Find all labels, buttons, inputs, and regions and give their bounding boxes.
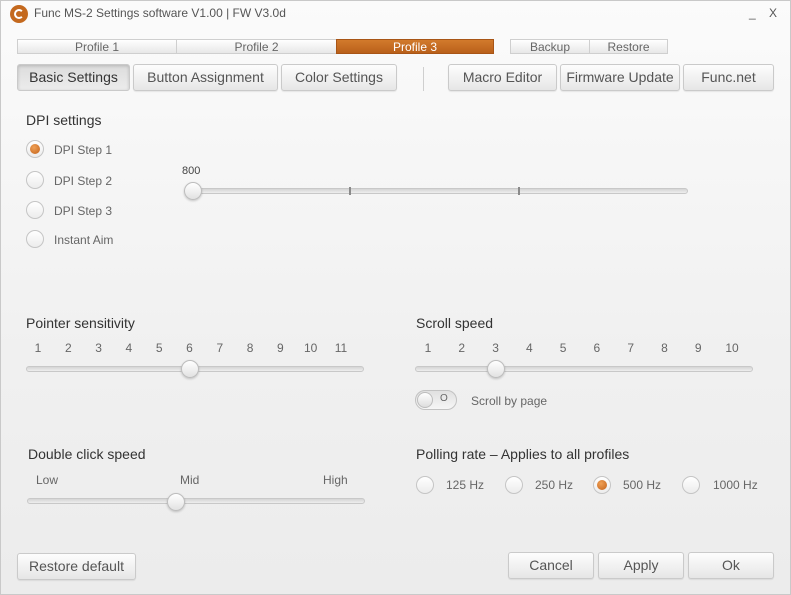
tick-label: 5 bbox=[559, 341, 567, 355]
dpi-settings-heading: DPI settings bbox=[26, 112, 102, 128]
double-click-mid-label: Mid bbox=[180, 473, 200, 487]
toggle-knob bbox=[417, 392, 433, 408]
backup-restore-tabs: Backup Restore bbox=[510, 39, 668, 54]
tick-label: 1 bbox=[424, 341, 432, 355]
polling-125hz-radio[interactable] bbox=[416, 476, 434, 494]
polling-1000hz-radio[interactable] bbox=[682, 476, 700, 494]
macro-editor-button[interactable]: Macro Editor bbox=[448, 64, 557, 91]
restore-button[interactable]: Restore bbox=[589, 39, 668, 54]
double-click-speed-thumb[interactable] bbox=[167, 493, 186, 511]
pointer-sensitivity-heading: Pointer sensitivity bbox=[26, 315, 135, 331]
minimize-button[interactable]: _ bbox=[749, 6, 756, 20]
title-bar: Func MS-2 Settings software V1.00 | FW V… bbox=[1, 1, 790, 27]
tick-label: 3 bbox=[492, 341, 499, 355]
cancel-button[interactable]: Cancel bbox=[508, 552, 594, 579]
window-title: Func MS-2 Settings software V1.00 | FW V… bbox=[34, 6, 286, 20]
backup-button[interactable]: Backup bbox=[510, 39, 589, 54]
instant-aim-radio[interactable] bbox=[26, 230, 44, 248]
polling-1000hz-label: 1000 Hz bbox=[713, 478, 758, 492]
tab-profile-2[interactable]: Profile 2 bbox=[176, 39, 336, 54]
tab-profile-3[interactable]: Profile 3 bbox=[336, 39, 494, 54]
tick-label: 4 bbox=[525, 341, 533, 355]
tab-profile-1[interactable]: Profile 1 bbox=[17, 39, 176, 54]
scroll-speed-thumb[interactable] bbox=[486, 360, 505, 378]
ok-button[interactable]: Ok bbox=[688, 552, 774, 579]
pointer-sensitivity-thumb[interactable] bbox=[180, 360, 199, 378]
dpi-slider-tick bbox=[518, 187, 520, 195]
color-settings-button[interactable]: Color Settings bbox=[281, 64, 397, 91]
restore-default-button[interactable]: Restore default bbox=[17, 553, 136, 580]
settings-window: Func MS-2 Settings software V1.00 | FW V… bbox=[0, 0, 791, 595]
dpi-slider-thumb[interactable] bbox=[184, 182, 202, 200]
tick-label: 8 bbox=[661, 341, 668, 355]
func-net-button[interactable]: Func.net bbox=[683, 64, 774, 91]
double-click-speed-heading: Double click speed bbox=[28, 446, 146, 462]
polling-500hz-radio[interactable] bbox=[593, 476, 611, 494]
dpi-step-3-radio[interactable] bbox=[26, 201, 44, 219]
toggle-state-label: O bbox=[440, 393, 448, 404]
double-click-low-label: Low bbox=[36, 473, 59, 487]
tick-label: 7 bbox=[627, 341, 634, 355]
dpi-step-3-label: DPI Step 3 bbox=[54, 204, 113, 218]
polling-500hz-label: 500 Hz bbox=[623, 478, 662, 492]
dpi-slider-tick bbox=[349, 187, 351, 195]
dpi-step-1-label: DPI Step 1 bbox=[54, 143, 113, 157]
tick-label: 6 bbox=[593, 341, 601, 355]
dpi-slider-track[interactable] bbox=[184, 188, 688, 194]
scroll-speed-tick-labels: 1 2 3 4 5 6 7 8 9 10 bbox=[1, 341, 781, 355]
button-assignment-button[interactable]: Button Assignment bbox=[133, 64, 278, 91]
firmware-update-button[interactable]: Firmware Update bbox=[560, 64, 680, 91]
scroll-speed-heading: Scroll speed bbox=[416, 315, 494, 331]
scroll-by-page-toggle[interactable]: O bbox=[415, 390, 457, 410]
polling-250hz-label: 250 Hz bbox=[535, 478, 574, 492]
dpi-step-1-radio[interactable] bbox=[26, 140, 44, 158]
scroll-speed-track[interactable] bbox=[415, 366, 753, 372]
profile-tabs: Profile 1 Profile 2 Profile 3 bbox=[17, 39, 494, 54]
dpi-step-2-label: DPI Step 2 bbox=[54, 174, 113, 188]
dpi-value-label: 800 bbox=[182, 165, 201, 177]
polling-rate-heading: Polling rate – Applies to all profiles bbox=[416, 446, 630, 462]
func-logo-icon bbox=[10, 5, 28, 23]
basic-settings-button[interactable]: Basic Settings bbox=[17, 64, 130, 91]
scroll-by-page-label: Scroll by page bbox=[471, 394, 548, 408]
double-click-speed-track[interactable] bbox=[27, 498, 365, 504]
polling-250hz-radio[interactable] bbox=[505, 476, 523, 494]
apply-button[interactable]: Apply bbox=[598, 552, 684, 579]
tick-label: 10 bbox=[725, 341, 739, 355]
dpi-step-2-radio[interactable] bbox=[26, 171, 44, 189]
tick-label: 2 bbox=[458, 341, 466, 355]
polling-125hz-label: 125 Hz bbox=[446, 478, 485, 492]
instant-aim-label: Instant Aim bbox=[54, 233, 114, 247]
double-click-high-label: High bbox=[323, 473, 348, 487]
tick-label: 9 bbox=[694, 341, 702, 355]
nav-divider bbox=[423, 67, 424, 91]
close-button[interactable]: X bbox=[769, 6, 777, 20]
